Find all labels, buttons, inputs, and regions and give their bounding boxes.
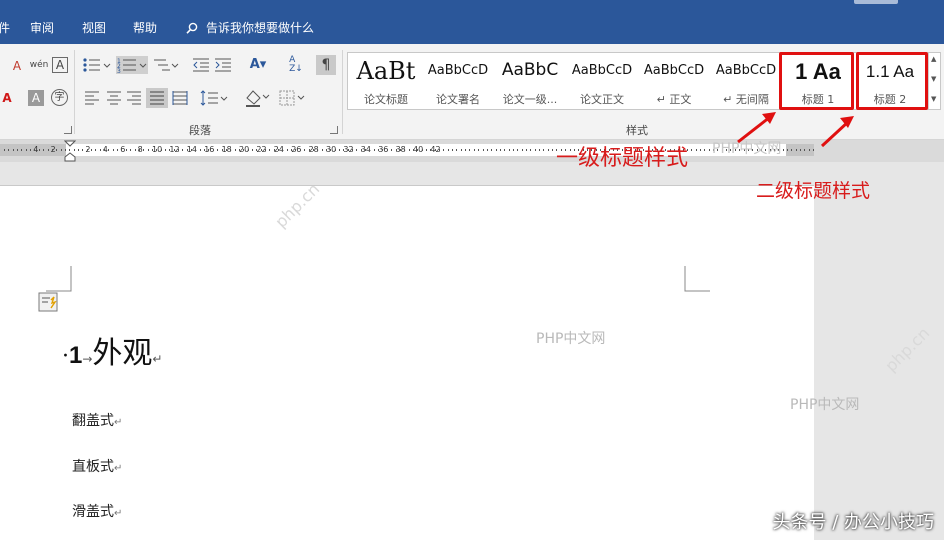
word-window: 件 审阅 视图 帮助 告诉我你想要做什么 A wén A A A 字 1 2 3	[0, 0, 944, 540]
annotation-level1: 一级标题样式	[556, 146, 689, 171]
annotation-arrows	[737, 112, 854, 148]
source-credit: 头条号 / 办公小技巧	[772, 512, 934, 533]
annotation-level2: 二级标题样式	[756, 180, 871, 202]
